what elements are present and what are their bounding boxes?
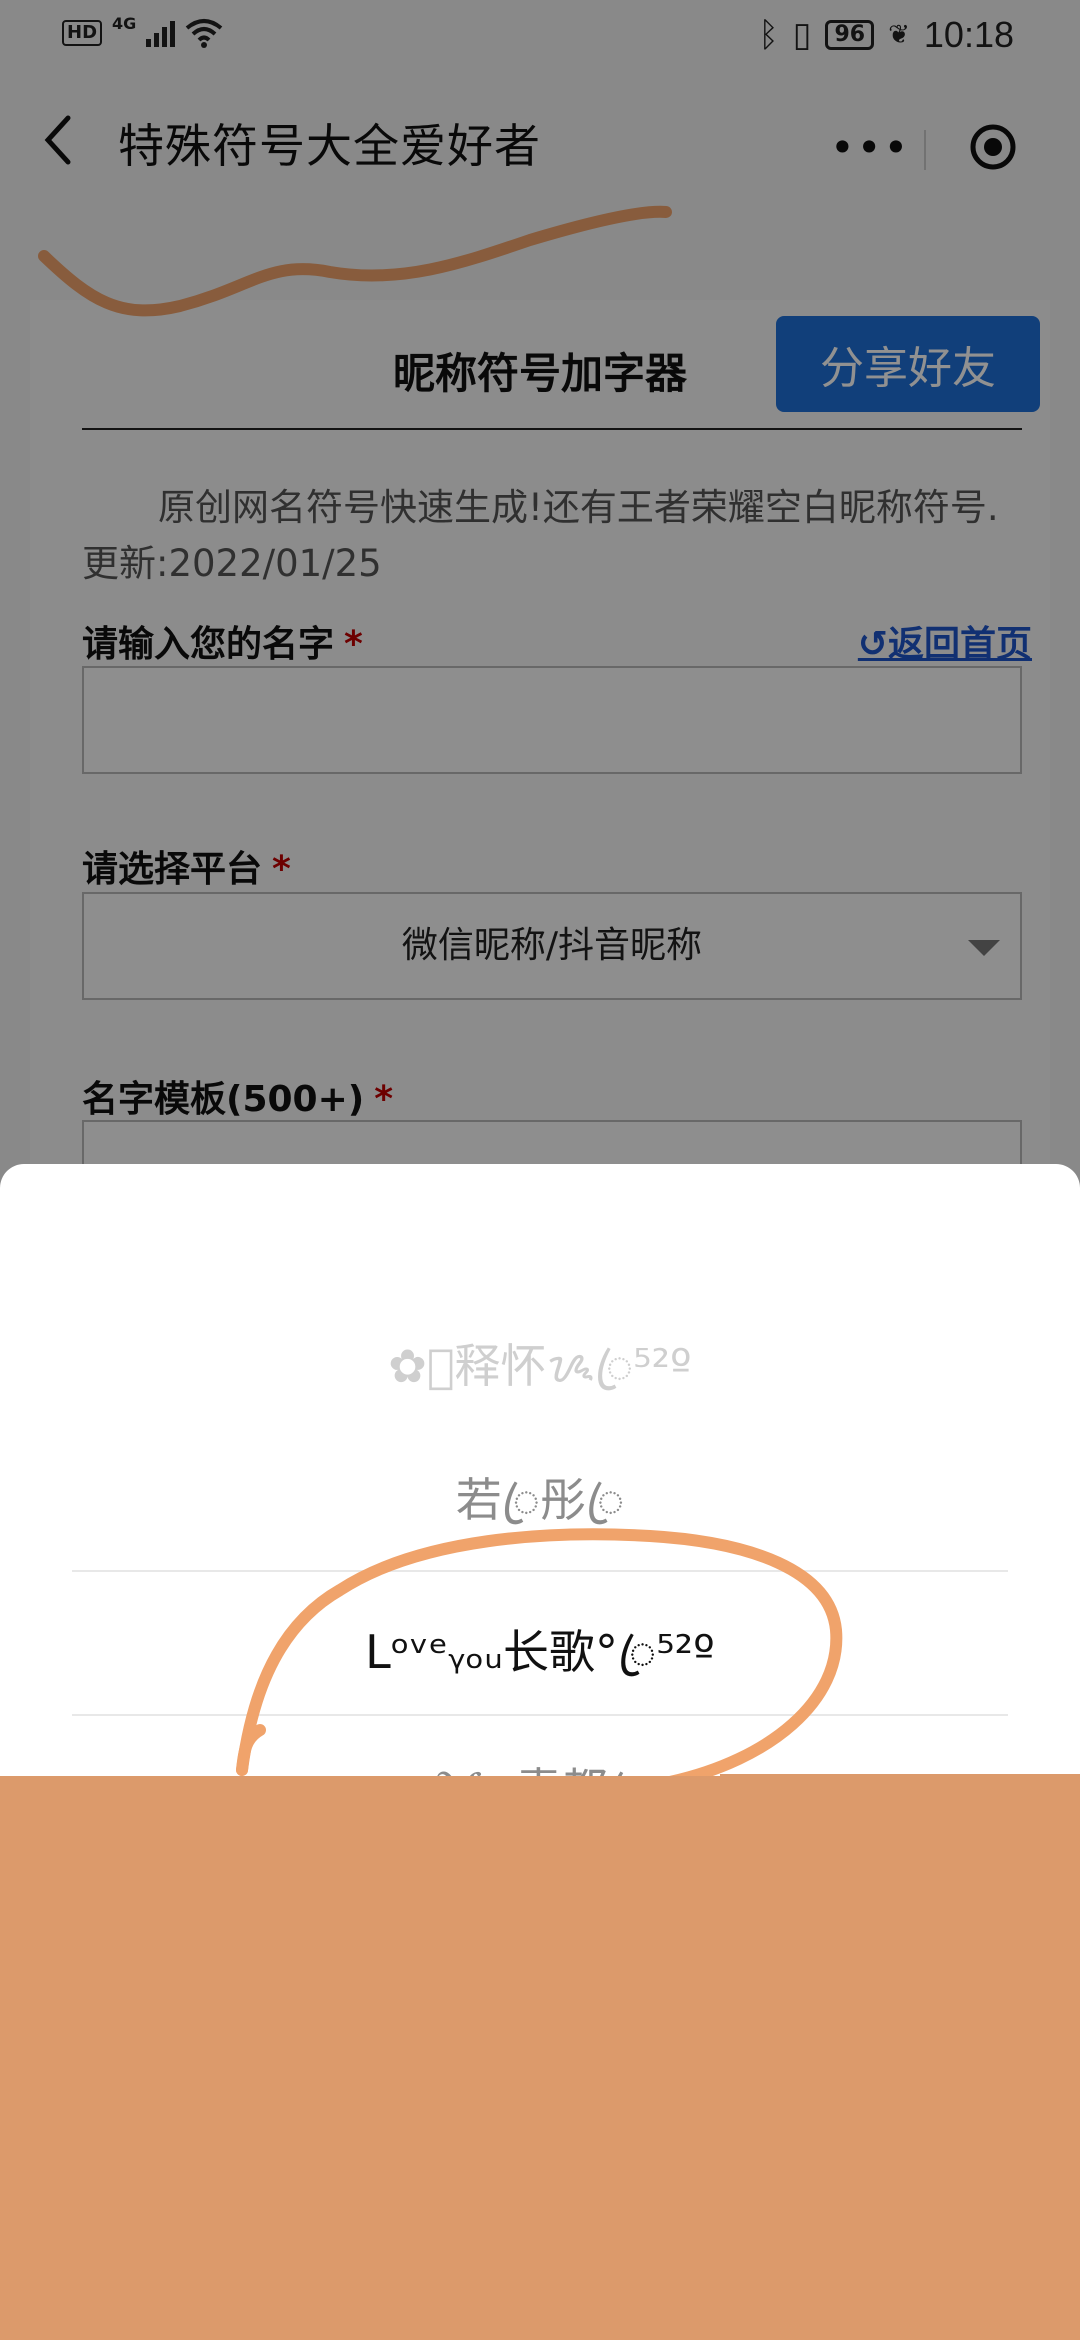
app-page: HD 4G ᛒ ▯ 96 ❦ 10:18 特殊符号大全爱好者 ••• 昵称符号加… — [0, 0, 1080, 2340]
cover-block — [0, 1776, 1080, 2340]
circle-annotation — [236, 1528, 843, 1788]
picker-option[interactable]: ✿ꦿ释怀ᝰ︎ꦿ⁵²º — [0, 1330, 1080, 1425]
